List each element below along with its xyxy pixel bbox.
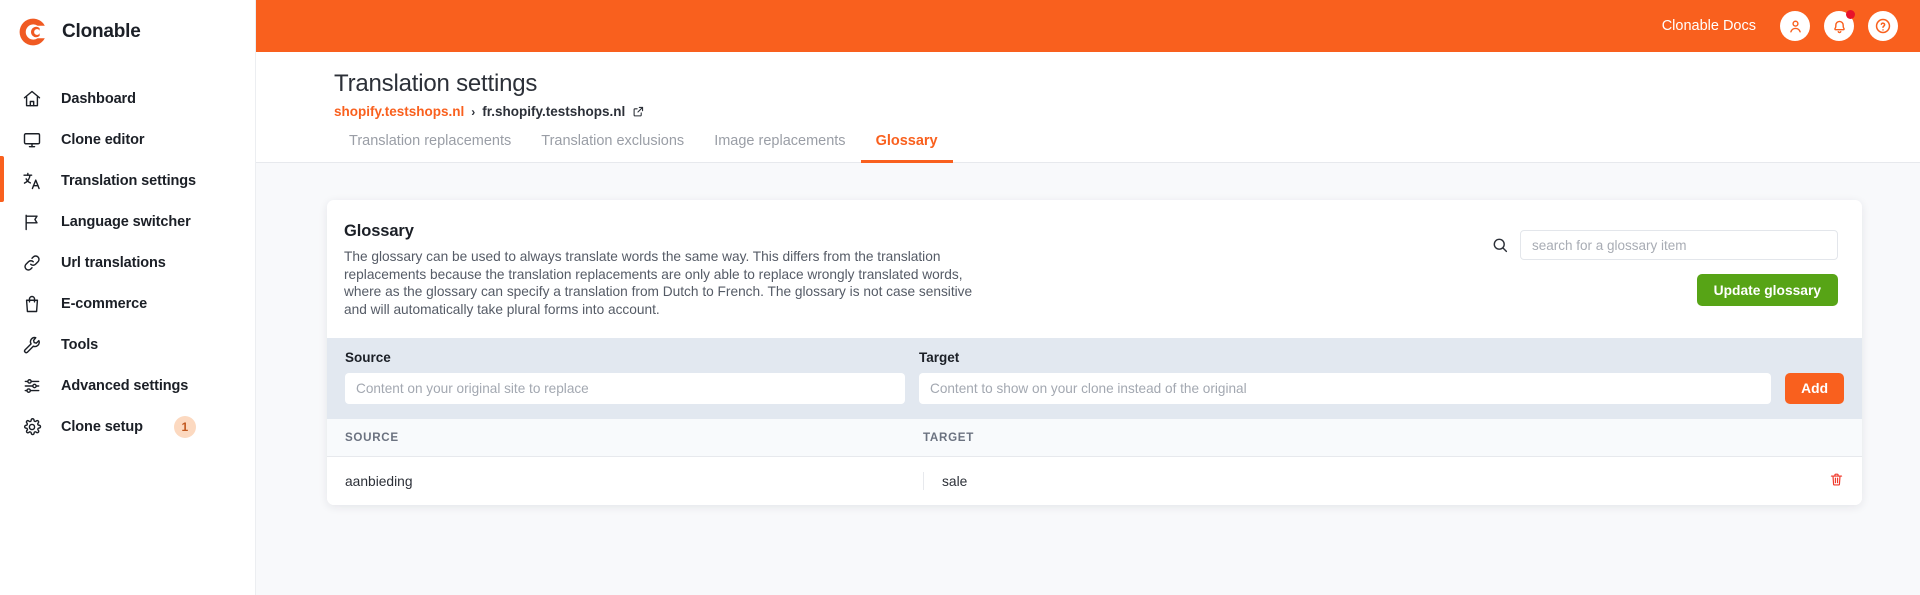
cell-source: aanbieding: [345, 474, 923, 489]
target-field-label: Target: [919, 350, 1771, 365]
glossary-card-header: Glossary The glossary can be used to alw…: [327, 200, 1862, 338]
sidebar-item-label: Url translations: [61, 255, 166, 271]
delete-row-button[interactable]: [1829, 472, 1844, 490]
sidebar-item-label: Clone editor: [61, 132, 144, 148]
sidebar-item-label: Translation settings: [61, 173, 196, 189]
glossary-actions: Update glossary: [1491, 222, 1838, 318]
notifications-button[interactable]: [1824, 11, 1854, 41]
breadcrumb-target[interactable]: fr.shopify.testshops.nl: [482, 104, 625, 119]
sidebar: Clonable Dashboard Clone editor: [0, 0, 256, 595]
search-input[interactable]: [1520, 230, 1838, 260]
breadcrumb-separator: ›: [471, 105, 475, 119]
wrench-icon: [21, 334, 42, 355]
brand[interactable]: Clonable: [0, 0, 255, 64]
notification-badge-dot: [1846, 10, 1855, 19]
add-button[interactable]: Add: [1785, 373, 1844, 404]
topbar: Clonable Docs: [256, 0, 1920, 52]
app-root: Clonable Dashboard Clone editor: [0, 0, 1920, 595]
gear-icon: [21, 416, 42, 437]
sidebar-item-label: E-commerce: [61, 296, 147, 312]
glossary-add-row: Source Target Add: [327, 338, 1862, 419]
monitor-icon: [21, 129, 42, 150]
bell-icon: [1831, 18, 1848, 35]
cell-target: sale: [942, 474, 967, 489]
sidebar-item-tools[interactable]: Tools: [0, 324, 255, 365]
clonable-logo-icon: [18, 17, 48, 47]
question-circle-icon: [1874, 17, 1892, 35]
page-header: Translation settings shopify.testshops.n…: [256, 52, 1920, 163]
tab-translation-exclusions[interactable]: Translation exclusions: [526, 133, 699, 163]
sidebar-item-advanced-settings[interactable]: Advanced settings: [0, 365, 255, 406]
target-field-group: Target: [919, 350, 1771, 404]
glossary-table-header: SOURCE TARGET: [327, 419, 1862, 457]
glossary-search: [1491, 230, 1838, 260]
flag-icon: [21, 211, 42, 232]
clonable-docs-link[interactable]: Clonable Docs: [1662, 18, 1756, 34]
tab-glossary[interactable]: Glossary: [861, 133, 953, 163]
source-field-label: Source: [345, 350, 905, 365]
column-header-source: SOURCE: [345, 431, 923, 444]
search-icon: [1491, 236, 1509, 254]
home-icon: [21, 88, 42, 109]
breadcrumb-source[interactable]: shopify.testshops.nl: [334, 104, 464, 119]
page-title: Translation settings: [334, 70, 1920, 98]
sidebar-item-e-commerce[interactable]: E-commerce: [0, 283, 255, 324]
tab-bar: Translation replacements Translation exc…: [256, 133, 1920, 163]
sidebar-item-clone-setup[interactable]: Clone setup 1: [0, 406, 255, 447]
link-icon: [21, 252, 42, 273]
glossary-intro: Glossary The glossary can be used to alw…: [343, 222, 1471, 318]
glossary-description: The glossary can be used to always trans…: [344, 248, 989, 318]
main-pane: Clonable Docs: [256, 0, 1920, 595]
sidebar-item-label: Dashboard: [61, 91, 136, 107]
update-glossary-button[interactable]: Update glossary: [1697, 274, 1838, 306]
sidebar-item-language-switcher[interactable]: Language switcher: [0, 201, 255, 242]
sliders-icon: [21, 375, 42, 396]
column-header-target: TARGET: [923, 431, 1844, 444]
brand-name: Clonable: [62, 21, 141, 43]
sidebar-item-label: Tools: [61, 337, 98, 353]
sidebar-item-translation-settings[interactable]: Translation settings: [0, 160, 255, 201]
trash-icon: [1829, 472, 1844, 490]
bag-icon: [21, 293, 42, 314]
sidebar-item-badge: 1: [174, 416, 196, 438]
sidebar-item-label: Language switcher: [61, 214, 191, 230]
source-field-group: Source: [345, 350, 905, 404]
tab-translation-replacements[interactable]: Translation replacements: [334, 133, 526, 163]
content-area: Glossary The glossary can be used to alw…: [256, 163, 1920, 595]
sidebar-item-dashboard[interactable]: Dashboard: [0, 78, 255, 119]
sidebar-item-label: Clone setup: [61, 419, 143, 435]
sidebar-nav: Dashboard Clone editor Translation: [0, 78, 255, 447]
glossary-card: Glossary The glossary can be used to alw…: [327, 200, 1862, 505]
help-button[interactable]: [1868, 11, 1898, 41]
breadcrumb: shopify.testshops.nl › fr.shopify.testsh…: [334, 104, 1920, 119]
table-row: aanbieding sale: [327, 457, 1862, 505]
cell-target-wrap: sale: [923, 472, 1844, 490]
sidebar-item-label: Advanced settings: [61, 378, 188, 394]
target-input[interactable]: [919, 373, 1771, 404]
sidebar-item-url-translations[interactable]: Url translations: [0, 242, 255, 283]
glossary-title: Glossary: [344, 222, 1471, 241]
sidebar-item-clone-editor[interactable]: Clone editor: [0, 119, 255, 160]
external-link-icon[interactable]: [632, 105, 645, 118]
account-button[interactable]: [1780, 11, 1810, 41]
tab-image-replacements[interactable]: Image replacements: [699, 133, 860, 163]
user-icon: [1787, 18, 1804, 35]
source-input[interactable]: [345, 373, 905, 404]
translate-icon: [21, 170, 42, 191]
